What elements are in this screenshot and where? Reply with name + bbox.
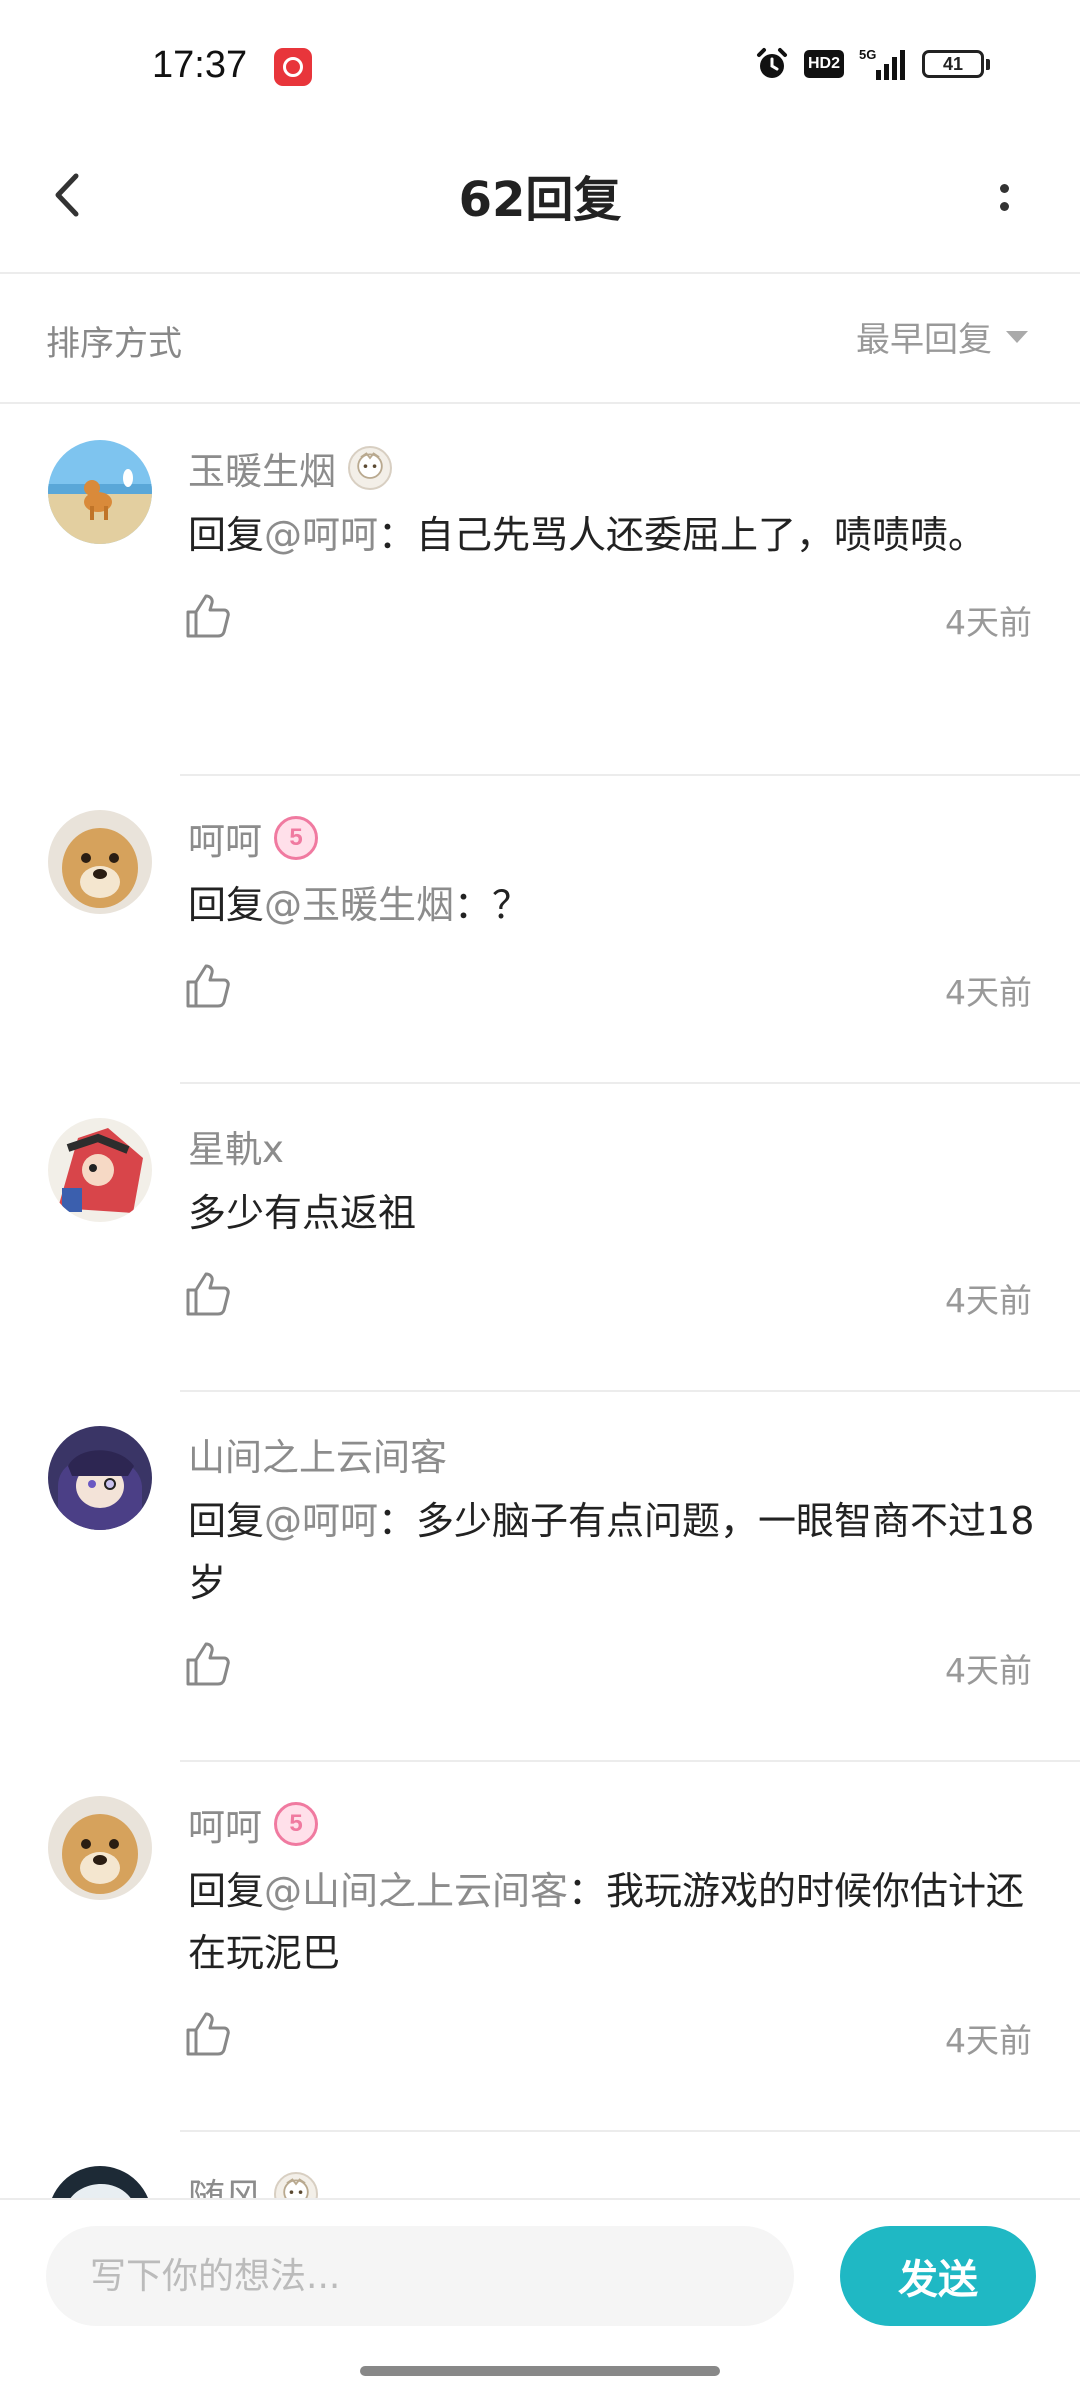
comment-item: 随风 [0,2130,1080,2198]
comment-item: 呵呵 5 回复@山间之上云间客：我玩游戏的时候你估计还在玩泥巴 4天前 [0,1760,1080,2132]
username[interactable]: 呵呵 [188,1797,262,1851]
username[interactable]: 随风 [188,2167,262,2198]
comment-time: 4天前 [945,973,1032,1012]
comment-time: 4天前 [945,1281,1032,1320]
alarm-icon [757,48,787,78]
mention-link[interactable]: @山间之上云间客 [264,1869,568,1913]
username[interactable]: 呵呵 [188,811,262,865]
signal-5g-icon: 5G [859,47,905,80]
username[interactable]: 玉暖生烟 [188,441,336,495]
avatar[interactable] [48,810,152,914]
battery-level: 41 [922,50,984,78]
send-button[interactable]: 发送 [840,2226,1036,2326]
avatar[interactable] [48,1426,152,1530]
status-bar: 17:37 HD2 5G 41 [0,0,1080,120]
comment-text: 回复@山间之上云间客：我玩游戏的时候你估计还在玩泥巴 [188,1869,1025,1975]
comment-text: 回复@呵呵：多少脑子有点问题，一眼智商不过18岁 [188,1499,1035,1605]
status-time: 17:37 [152,44,248,86]
hd-voice-icon: HD2 [804,50,844,78]
comment-text: 回复@玉暖生烟：？ [188,883,531,927]
svg-text:5G: 5G [859,47,876,62]
avatar[interactable] [48,1118,152,1222]
thumbs-up-icon[interactable] [182,2008,234,2060]
username[interactable]: 山间之上云间客 [188,1427,447,1481]
comment-input-bar: 发送 [0,2198,1080,2358]
thumbs-up-icon[interactable] [182,960,234,1012]
username[interactable]: 星軌x [188,1119,284,1173]
comment-item: 山间之上云间客 回复@呵呵：多少脑子有点问题，一眼智商不过18岁 4天前 [0,1390,1080,1762]
thumbs-up-icon[interactable] [182,1638,234,1690]
chibi-badge-icon [274,2172,318,2198]
level-badge: 5 [274,1802,318,1846]
thumbs-up-icon[interactable] [182,1268,234,1320]
home-indicator[interactable] [360,2366,720,2376]
battery-icon: 41 [922,50,990,78]
comment-time: 4天前 [945,603,1032,642]
status-icons: HD2 5G 41 [754,46,990,82]
comment-time: 4天前 [945,1651,1032,1690]
mention-link[interactable]: @呵呵 [264,1499,378,1543]
page-title: 62回复 [458,172,622,228]
header: 62回复 [0,120,1080,274]
comment-time: 4天前 [945,2021,1032,2060]
chibi-badge-icon [348,446,392,490]
sort-dropdown[interactable]: 最早回复 [856,312,1028,361]
level-badge: 5 [274,816,318,860]
sort-label: 排序方式 [46,324,182,364]
mention-link[interactable]: @呵呵 [264,513,378,557]
thumbs-up-icon[interactable] [182,590,234,642]
avatar[interactable] [48,440,152,544]
avatar[interactable] [48,2166,152,2198]
comment-text: 多少有点返祖 [188,1191,417,1235]
sort-bar: 排序方式 最早回复 [0,276,1080,404]
netease-music-notification-icon [274,48,312,86]
sort-value: 最早回复 [856,320,992,360]
comment-list: 玉暖生烟 回复@呵呵：自己先骂人还委屈上了，啧啧啧。 4天前 呵呵 5 回复@玉… [0,404,1080,2198]
comment-input[interactable] [46,2226,794,2326]
comment-item: 呵呵 5 回复@玉暖生烟：？ 4天前 [0,774,1080,1084]
comment-item: 星軌x 多少有点返祖 4天前 [0,1082,1080,1392]
comment-item: 玉暖生烟 回复@呵呵：自己先骂人还委屈上了，啧啧啧。 4天前 [0,404,1080,776]
caret-down-icon [1006,330,1028,343]
more-options-icon[interactable] [966,162,1042,232]
avatar[interactable] [48,1796,152,1900]
mention-link[interactable]: @玉暖生烟 [264,883,454,927]
comment-text: 回复@呵呵：自己先骂人还委屈上了，啧啧啧。 [188,513,987,557]
